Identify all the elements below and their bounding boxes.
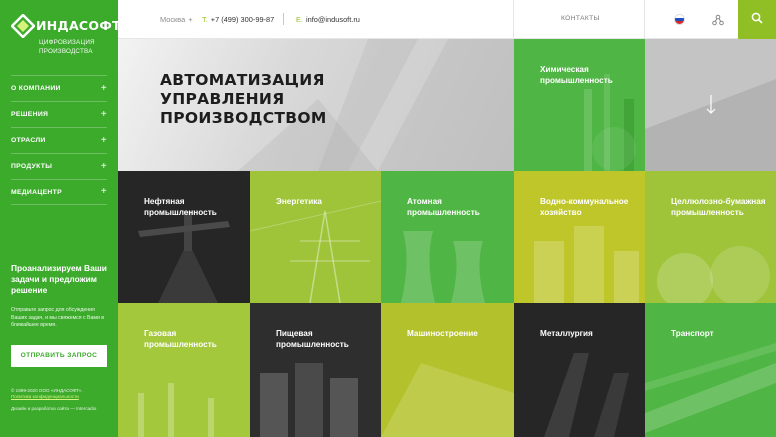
tile-background [584,74,636,171]
tile-label: Нефтяная промышленность [144,197,217,217]
tile-label: Водно-коммунальное хозяйство [540,197,629,217]
phone-label: T. [202,15,208,24]
tile-label: Транспорт [671,329,714,338]
divider [644,0,645,39]
plus-icon[interactable]: + [101,161,107,172]
plus-icon[interactable]: + [101,135,107,146]
sidebar-nav: О КОМПАНИИ + РЕШЕНИЯ + ОТРАСЛИ + ПРОДУКТ… [11,75,107,205]
designer-credit: Дизайн и разработка сайта — Intercadio [11,406,97,411]
privacy-policy-link[interactable]: Политика конфиденциальности [11,394,79,399]
tile-label: Атомная промышленность [407,197,480,217]
tile-background [645,343,776,433]
nav-item-mediacenter[interactable]: МЕДИАЦЕНТР + [11,179,107,205]
sidebar: ИНДАСОФТ ЦИФРОВИЗАЦИЯ ПРОИЗВОДСТВА О КОМ… [0,0,121,437]
nav-item-label: РЕШЕНИЯ [11,111,49,118]
tile-metallurgy[interactable]: Металлургия [514,303,645,437]
plus-icon[interactable]: + [101,83,107,94]
search-icon [751,11,763,29]
brand-name: ИНДАСОФТ [36,17,121,33]
tile-background [250,200,381,303]
hero-title-line: УПРАВЛЕНИЯ [160,90,285,108]
nav-item-products[interactable]: ПРОДУКТЫ + [11,153,107,179]
send-request-button[interactable]: ОТПРАВИТЬ ЗАПРОС [11,345,107,367]
city-selector[interactable]: Москва + [160,15,193,24]
phone-link[interactable]: T. +7 (499) 300-99-87 [202,15,274,24]
tile-label: Пищевая промышленность [276,329,349,349]
tile-machinery[interactable]: Машиностроение [381,303,514,437]
city-name: Москва [160,15,186,24]
tile-background [401,231,485,303]
email-address: info@indusoft.ru [305,15,360,24]
search-button[interactable] [738,0,776,39]
nav-item-company[interactable]: О КОМПАНИИ + [11,75,107,101]
brand-tagline: ЦИФРОВИЗАЦИЯ ПРОИЗВОДСТВА [39,39,95,55]
tile-background [657,246,770,303]
nav-item-label: ОТРАСЛИ [11,137,46,144]
tile-label: Машиностроение [407,329,478,338]
header: Москва + T. +7 (499) 300-99-87 E. info@indu… [118,0,776,39]
phone-number: +7 (499) 300-99-87 [210,15,275,24]
nav-item-label: ПРОДУКТЫ [11,163,53,170]
tile-background [138,211,230,303]
tile-pulp-paper[interactable]: Целлюлозно-бумажная промышленность [645,171,776,303]
hero-title: АВТОМАТИЗАЦИЯ УПРАВЛЕНИЯ ПРОИЗВОДСТВОМ [160,71,327,128]
hero-title-line: ПРОИЗВОДСТВОМ [160,109,327,127]
cta-title: Проанализируем Ваши задачи и предложим р… [11,263,107,295]
tile-label: Энергетика [276,197,322,206]
hero-title-line: АВТОМАТИЗАЦИЯ [160,71,325,89]
nav-item-solutions[interactable]: РЕШЕНИЯ + [11,101,107,127]
russian-flag-icon[interactable] [674,14,685,25]
tile-label: Металлургия [540,329,593,338]
tile-water[interactable]: Водно-коммунальное хозяйство [514,171,645,303]
copyright: © 1999-2020 ООО «ИНДАСОФТ». [11,388,83,393]
email-label: E. [296,15,303,24]
cta-text: Отправьте запрос для обсуждения Ваших за… [11,307,105,328]
tile-oil[interactable]: Нефтяная промышленность [118,171,250,303]
network-icon[interactable] [712,13,724,31]
logo[interactable]: ИНДАСОФТ [11,14,121,38]
contacts-link[interactable]: КОНТАКТЫ [561,15,600,22]
tile-label: Химическая промышленность [540,65,613,85]
hero-banner: АВТОМАТИЗАЦИЯ УПРАВЛЕНИЯ ПРОИЗВОДСТВОМ [118,39,514,171]
arrow-down-icon[interactable] [706,95,716,120]
plus-icon: + [188,15,193,24]
tile-background [260,363,358,437]
diamond-logo-icon [11,14,35,38]
divider [283,13,284,25]
tile-background [381,363,514,437]
tile-food[interactable]: Пищевая промышленность [250,303,381,437]
tile-scroll-down[interactable] [645,39,776,171]
tile-chemical[interactable]: Химическая промышленность [514,39,645,171]
tile-background [138,383,214,437]
email-link[interactable]: E. info@indusoft.ru [296,15,360,24]
nav-item-label: МЕДИАЦЕНТР [11,188,62,196]
nav-item-label: О КОМПАНИИ [11,85,61,92]
plus-icon[interactable]: + [101,187,107,197]
nav-item-industries[interactable]: ОТРАСЛИ + [11,127,107,153]
tile-transport[interactable]: Транспорт [645,303,776,437]
tile-background [534,226,639,303]
plus-icon[interactable]: + [101,109,107,120]
tile-nuclear[interactable]: Атомная промышленность [381,171,514,303]
tile-energy[interactable]: Энергетика [250,171,381,303]
tile-label: Целлюлозно-бумажная промышленность [671,197,766,217]
tile-gas[interactable]: Газовая промышленность [118,303,250,437]
tile-label: Газовая промышленность [144,329,217,349]
tile-background [544,353,629,437]
divider [513,0,514,39]
